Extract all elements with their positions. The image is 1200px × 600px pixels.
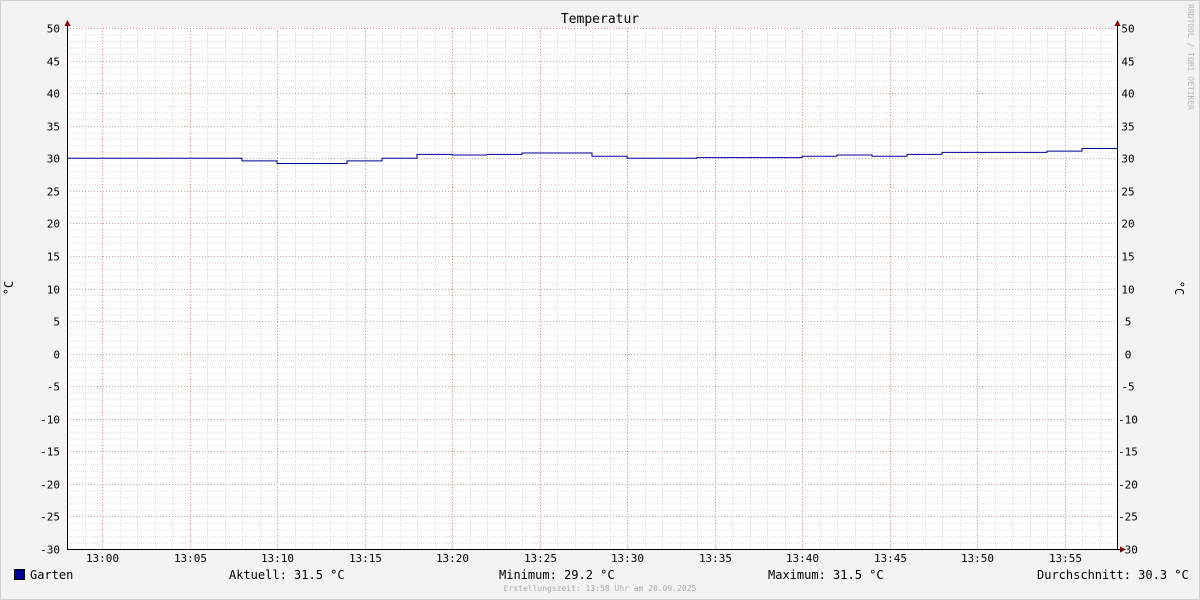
y-tick-label: -10 xyxy=(1118,414,1138,427)
y-axis-arrow-left xyxy=(64,20,71,26)
y-tick-label: 15 xyxy=(47,251,60,264)
legend: Garten Aktuell: 31.5 °C Minimum: 29.2 °C… xyxy=(0,566,1200,584)
y-tick-label: 50 xyxy=(47,23,60,36)
y-tick-label: 5 xyxy=(1125,316,1132,329)
x-tick-label: 13:50 xyxy=(961,552,994,565)
x-tick-label: 13:30 xyxy=(611,552,644,565)
y-tick-label: 50 xyxy=(1121,23,1134,36)
legend-maximum: Maximum: 31.5 °C xyxy=(768,568,884,582)
x-tick-label: 13:00 xyxy=(86,552,119,565)
x-tick-label: 13:45 xyxy=(874,552,907,565)
chart-title: Temperatur xyxy=(561,12,639,27)
y-tick-label: -5 xyxy=(47,381,60,394)
x-tick-label: 13:40 xyxy=(786,552,819,565)
y-tick-label: 30 xyxy=(1121,153,1134,166)
legend-minimum: Minimum: 29.2 °C xyxy=(499,568,615,582)
x-tick-label: 13:20 xyxy=(436,552,469,565)
watermark: RRDTOOL / TOBI OETIKER xyxy=(1186,4,1195,110)
y-tick-label: 35 xyxy=(1121,121,1134,134)
y-tick-label: 20 xyxy=(1121,218,1134,231)
y-tick-label: -5 xyxy=(1121,381,1134,394)
y-tick-label: -20 xyxy=(40,479,60,492)
y-tick-label: -15 xyxy=(1118,446,1138,459)
x-tick-label: 13:10 xyxy=(261,552,294,565)
y-tick-label: 20 xyxy=(47,218,60,231)
y-axis-label-left: °C xyxy=(2,281,16,295)
creation-time: Erstellungszeit: 13:58 Uhr am 20.09.2025 xyxy=(503,584,697,593)
y-tick-label: -30 xyxy=(40,544,60,557)
x-tick-label: 13:25 xyxy=(524,552,557,565)
y-tick-label: 40 xyxy=(1121,88,1134,101)
y-tick-label: 30 xyxy=(47,153,60,166)
y-axis-arrow-right xyxy=(1114,20,1121,26)
y-tick-label: 15 xyxy=(1121,251,1134,264)
x-tick-label: 13:05 xyxy=(174,552,207,565)
legend-series-name: Garten xyxy=(30,568,74,582)
y-tick-labels-left: 50454035302520151050-5-10-15-20-25-30 xyxy=(40,23,60,557)
legend-swatch-garten xyxy=(14,569,25,580)
x-tick-label: 13:15 xyxy=(349,552,382,565)
y-tick-label: -25 xyxy=(1118,511,1138,524)
y-tick-label: 0 xyxy=(1125,349,1132,362)
y-tick-label: 10 xyxy=(1121,284,1134,297)
y-tick-labels-right: 50454035302520151050-5-10-15-20-25-30 xyxy=(1118,23,1138,557)
y-axis-label-right: °C xyxy=(1172,281,1186,295)
temperature-chart: 50454035302520151050-5-10-15-20-25-30 50… xyxy=(2,12,1186,565)
y-tick-label: 35 xyxy=(47,121,60,134)
x-tick-label: 13:35 xyxy=(699,552,732,565)
x-tick-label: 13:55 xyxy=(1049,552,1082,565)
y-tick-label: 25 xyxy=(1121,186,1134,199)
y-tick-label: -30 xyxy=(1118,544,1138,557)
legend-average: Durchschnitt: 30.3 °C xyxy=(1037,568,1189,582)
y-tick-label: -15 xyxy=(40,446,60,459)
y-tick-label: 25 xyxy=(47,186,60,199)
y-tick-label: 40 xyxy=(47,88,60,101)
y-tick-label: 5 xyxy=(53,316,60,329)
legend-current: Aktuell: 31.5 °C xyxy=(229,568,345,582)
minor-grid xyxy=(67,28,1118,549)
y-tick-label: 45 xyxy=(47,56,60,69)
y-tick-label: 45 xyxy=(1121,56,1134,69)
y-tick-label: 10 xyxy=(47,284,60,297)
x-tick-labels: 13:00 13:05 13:10 13:15 13:20 13:25 13:30 13:35… xyxy=(86,552,1082,565)
y-tick-label: 0 xyxy=(53,349,60,362)
y-tick-label: -20 xyxy=(1118,479,1138,492)
y-tick-label: -25 xyxy=(40,511,60,524)
y-tick-label: -10 xyxy=(40,414,60,427)
